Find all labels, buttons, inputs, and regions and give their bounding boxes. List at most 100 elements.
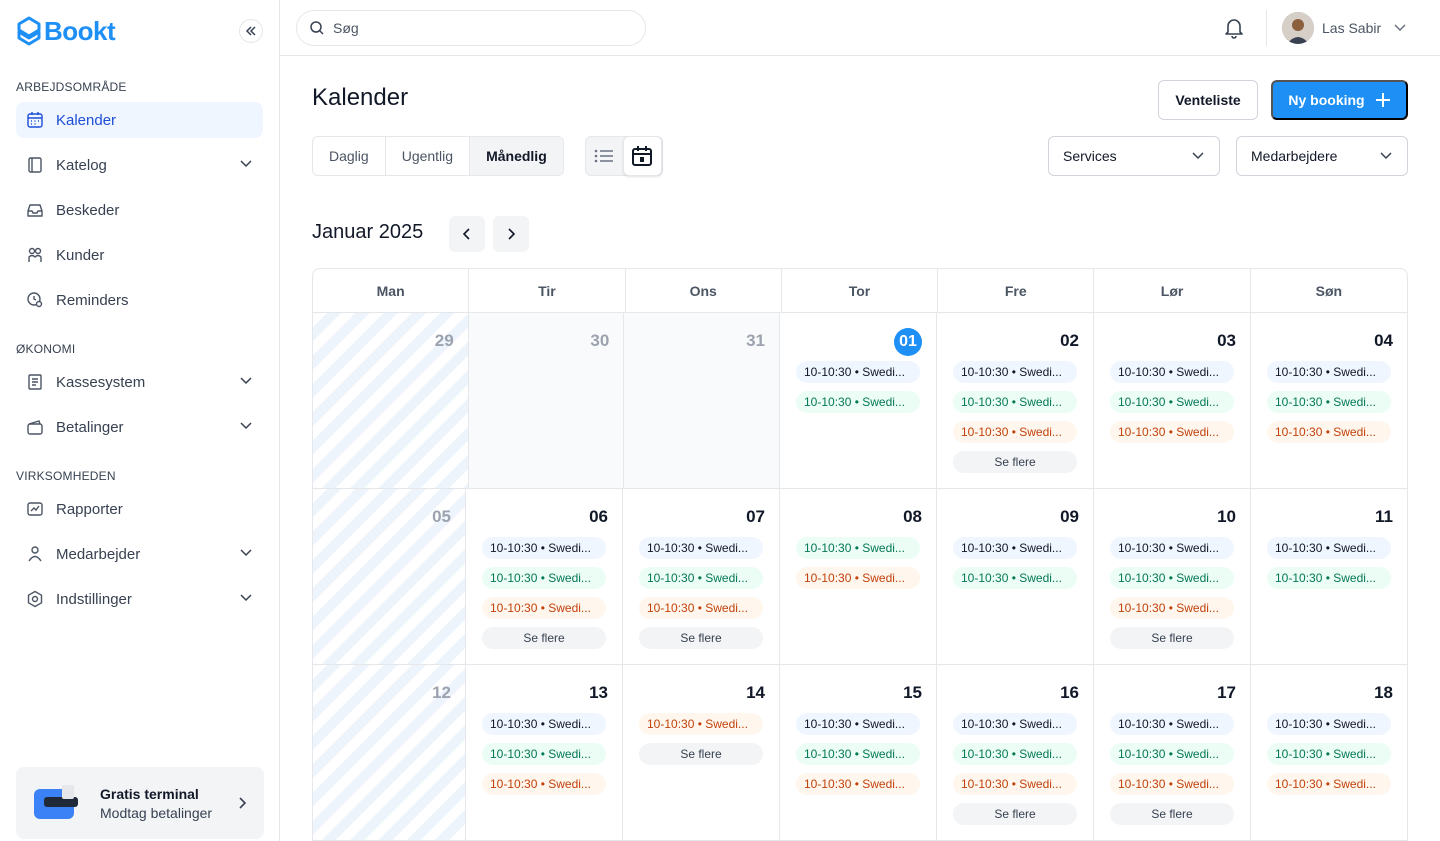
- tab-daily[interactable]: Daglig: [313, 137, 386, 175]
- sidebar-item-reminders[interactable]: Reminders: [16, 282, 263, 318]
- booking-event[interactable]: 10-10:30 • Swedi...: [482, 773, 606, 795]
- list-view-button[interactable]: [586, 137, 623, 175]
- booking-event[interactable]: 10-10:30 • Swedi...: [1110, 391, 1234, 413]
- sidebar-item-rapporter[interactable]: Rapporter: [16, 491, 263, 527]
- day-cell[interactable]: 07 10-10:30 • Swedi... 10-10:30 • Swedi...…: [623, 489, 780, 664]
- booking-event[interactable]: 10-10:30 • Swedi...: [796, 361, 920, 383]
- day-cell[interactable]: 29: [313, 313, 469, 488]
- booking-event[interactable]: 10-10:30 • Swedi...: [796, 567, 920, 589]
- sidebar-item-medarbejder[interactable]: Medarbejder: [16, 536, 263, 572]
- booking-event[interactable]: 10-10:30 • Swedi...: [639, 567, 763, 589]
- collapse-sidebar-button[interactable]: [239, 19, 263, 43]
- booking-event[interactable]: 10-10:30 • Swedi...: [639, 713, 763, 735]
- sidebar-item-kassesystem[interactable]: Kassesystem: [16, 364, 263, 400]
- sidebar-item-kalender[interactable]: Kalender: [16, 102, 263, 138]
- booking-event[interactable]: 10-10:30 • Swedi...: [482, 597, 606, 619]
- see-more-button[interactable]: Se flere: [953, 803, 1077, 825]
- day-cell[interactable]: 31: [624, 313, 780, 488]
- booking-event[interactable]: 10-10:30 • Swedi...: [796, 743, 920, 765]
- booking-event[interactable]: 10-10:30 • Swedi...: [1267, 773, 1391, 795]
- booking-event[interactable]: 10-10:30 • Swedi...: [1110, 743, 1234, 765]
- booking-event[interactable]: 10-10:30 • Swedi...: [796, 537, 920, 559]
- layout-toggle: [585, 136, 663, 176]
- search-input[interactable]: [333, 20, 613, 36]
- see-more-button[interactable]: Se flere: [1110, 803, 1234, 825]
- user-menu[interactable]: Las Sabir: [1282, 12, 1407, 44]
- tab-monthly[interactable]: Månedlig: [470, 137, 563, 175]
- see-more-button[interactable]: Se flere: [1110, 627, 1234, 649]
- booking-event[interactable]: 10-10:30 • Swedi...: [1110, 567, 1234, 589]
- booking-event[interactable]: 10-10:30 • Swedi...: [953, 567, 1077, 589]
- day-cell[interactable]: 12: [313, 665, 466, 840]
- booking-event[interactable]: 10-10:30 • Swedi...: [482, 567, 606, 589]
- staff-select[interactable]: Medarbejdere: [1236, 136, 1408, 176]
- day-cell[interactable]: 30: [468, 313, 625, 488]
- day-cell[interactable]: 17 10-10:30 • Swedi... 10-10:30 • Swedi...…: [1094, 665, 1251, 840]
- booking-event[interactable]: 10-10:30 • Swedi...: [1267, 743, 1391, 765]
- day-cell[interactable]: 15 10-10:30 • Swedi... 10-10:30 • Swedi...…: [780, 665, 937, 840]
- booking-event[interactable]: 10-10:30 • Swedi...: [953, 391, 1077, 413]
- waitlist-button[interactable]: Venteliste: [1158, 80, 1258, 120]
- booking-event[interactable]: 10-10:30 • Swedi...: [953, 537, 1077, 559]
- booking-event[interactable]: 10-10:30 • Swedi...: [796, 773, 920, 795]
- booking-event[interactable]: 10-10:30 • Swedi...: [953, 361, 1077, 383]
- calendar-view-button[interactable]: [622, 136, 662, 176]
- booking-event[interactable]: 10-10:30 • Swedi...: [1110, 537, 1234, 559]
- booking-event[interactable]: 10-10:30 • Swedi...: [796, 391, 920, 413]
- sidebar-item-indstillinger[interactable]: Indstillinger: [16, 581, 263, 617]
- booking-event[interactable]: 10-10:30 • Swedi...: [1110, 361, 1234, 383]
- booking-event[interactable]: 10-10:30 • Swedi...: [1267, 567, 1391, 589]
- booking-event[interactable]: 10-10:30 • Swedi...: [482, 713, 606, 735]
- booking-event[interactable]: 10-10:30 • Swedi...: [1267, 537, 1391, 559]
- services-select[interactable]: Services: [1048, 136, 1220, 176]
- see-more-button[interactable]: Se flere: [639, 743, 763, 765]
- notifications-button[interactable]: [1224, 17, 1244, 44]
- booking-event[interactable]: 10-10:30 • Swedi...: [1110, 421, 1234, 443]
- next-month-button[interactable]: [493, 216, 529, 252]
- day-cell[interactable]: 06 10-10:30 • Swedi... 10-10:30 • Swedi...…: [466, 489, 623, 664]
- booking-event[interactable]: 10-10:30 • Swedi...: [1110, 597, 1234, 619]
- booking-event[interactable]: 10-10:30 • Swedi...: [953, 421, 1077, 443]
- booking-event[interactable]: 10-10:30 • Swedi...: [796, 713, 920, 735]
- booking-event[interactable]: 10-10:30 • Swedi...: [1267, 713, 1391, 735]
- sidebar-item-betalinger[interactable]: Betalinger: [16, 409, 263, 445]
- booking-event[interactable]: 10-10:30 • Swedi...: [482, 537, 606, 559]
- day-number-text: 15: [903, 683, 922, 702]
- day-cell[interactable]: 16 10-10:30 • Swedi... 10-10:30 • Swedi...…: [937, 665, 1094, 840]
- day-cell[interactable]: 05: [313, 489, 466, 664]
- day-cell[interactable]: 02 10-10:30 • Swedi... 10-10:30 • Swedi...…: [937, 313, 1094, 488]
- see-more-button[interactable]: Se flere: [482, 627, 606, 649]
- day-cell[interactable]: 03 10-10:30 • Swedi... 10-10:30 • Swedi...…: [1094, 313, 1251, 488]
- sidebar-item-kunder[interactable]: Kunder: [16, 237, 263, 273]
- booking-event[interactable]: 10-10:30 • Swedi...: [482, 743, 606, 765]
- day-cell[interactable]: 10 10-10:30 • Swedi... 10-10:30 • Swedi...…: [1094, 489, 1251, 664]
- logo[interactable]: Bookt: [16, 16, 116, 47]
- see-more-button[interactable]: Se flere: [639, 627, 763, 649]
- booking-event[interactable]: 10-10:30 • Swedi...: [953, 743, 1077, 765]
- day-cell[interactable]: 11 10-10:30 • Swedi... 10-10:30 • Swedi...: [1251, 489, 1407, 664]
- booking-event[interactable]: 10-10:30 • Swedi...: [953, 773, 1077, 795]
- booking-event[interactable]: 10-10:30 • Swedi...: [953, 713, 1077, 735]
- day-cell[interactable]: 13 10-10:30 • Swedi... 10-10:30 • Swedi...…: [466, 665, 623, 840]
- booking-event[interactable]: 10-10:30 • Swedi...: [1267, 361, 1391, 383]
- day-cell[interactable]: 01 10-10:30 • Swedi... 10-10:30 • Swedi...: [780, 313, 937, 488]
- day-cell[interactable]: 18 10-10:30 • Swedi... 10-10:30 • Swedi...…: [1251, 665, 1407, 840]
- booking-event[interactable]: 10-10:30 • Swedi...: [639, 537, 763, 559]
- day-cell[interactable]: 09 10-10:30 • Swedi... 10-10:30 • Swedi...: [937, 489, 1094, 664]
- booking-event[interactable]: 10-10:30 • Swedi...: [1267, 391, 1391, 413]
- prev-month-button[interactable]: [449, 216, 485, 252]
- tab-weekly[interactable]: Ugentlig: [386, 137, 471, 175]
- see-more-button[interactable]: Se flere: [953, 451, 1077, 473]
- new-booking-button[interactable]: Ny booking: [1271, 80, 1408, 120]
- booking-event[interactable]: 10-10:30 • Swedi...: [639, 597, 763, 619]
- booking-event[interactable]: 10-10:30 • Swedi...: [1110, 773, 1234, 795]
- booking-event[interactable]: 10-10:30 • Swedi...: [1267, 421, 1391, 443]
- search-box[interactable]: [296, 10, 646, 46]
- day-cell[interactable]: 14 10-10:30 • Swedi... Se flere: [623, 665, 780, 840]
- day-cell[interactable]: 08 10-10:30 • Swedi... 10-10:30 • Swedi...: [780, 489, 937, 664]
- day-cell[interactable]: 04 10-10:30 • Swedi... 10-10:30 • Swedi...…: [1251, 313, 1407, 488]
- promo-card[interactable]: Gratis terminal Modtag betalinger: [16, 767, 264, 839]
- sidebar-item-beskeder[interactable]: Beskeder: [16, 192, 263, 228]
- booking-event[interactable]: 10-10:30 • Swedi...: [1110, 713, 1234, 735]
- sidebar-item-katelog[interactable]: Katelog: [16, 147, 263, 183]
